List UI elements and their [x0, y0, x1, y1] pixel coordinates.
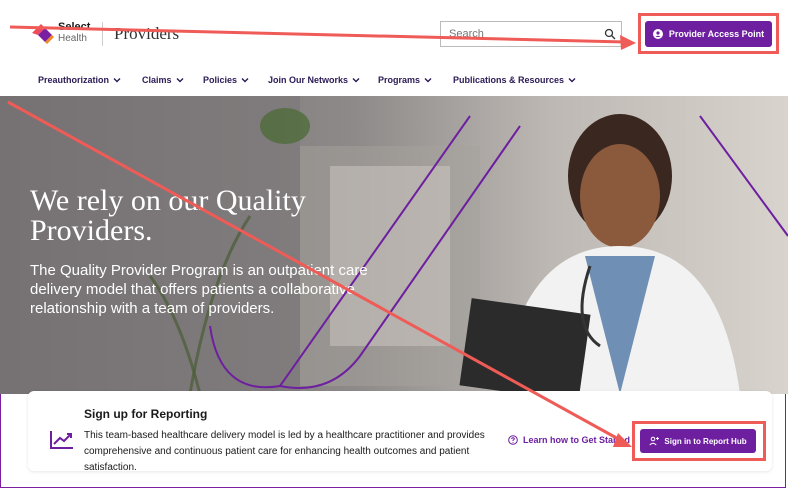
nav-item-label: Join Our Networks: [268, 75, 349, 85]
nav-item-label: Claims: [142, 75, 172, 85]
annotation-highlight-report-hub: [632, 421, 766, 461]
chevron-down-icon: [176, 78, 184, 83]
nav-item-preauthorization[interactable]: Preauthorization: [38, 75, 121, 85]
reporting-title: Sign up for Reporting: [84, 407, 208, 421]
nav-item-publications-resources[interactable]: Publications & Resources: [453, 75, 576, 85]
header-divider: [102, 22, 103, 46]
search-icon[interactable]: [604, 28, 616, 40]
search-input[interactable]: [440, 21, 622, 47]
logo-name: Select: [58, 21, 91, 33]
select-health-logo[interactable]: [30, 22, 56, 44]
hero-title: We rely on our Quality Providers.: [30, 184, 306, 247]
nav-item-label: Programs: [378, 75, 421, 85]
logo-sub: Health: [58, 33, 87, 44]
nav-item-claims[interactable]: Claims: [142, 75, 184, 85]
logo-text: Select Health: [58, 21, 91, 45]
chevron-down-icon: [568, 78, 576, 83]
hero-banner: We rely on our Quality Providers. The Qu…: [0, 96, 788, 394]
main-nav: Preauthorization Claims Policies Join Ou…: [0, 66, 788, 96]
hero-description: The Quality Provider Program is an outpa…: [30, 262, 368, 317]
nav-item-join-our-networks[interactable]: Join Our Networks: [268, 75, 360, 85]
nav-item-label: Policies: [203, 75, 238, 85]
learn-link-label: Learn how to Get Started: [523, 435, 631, 445]
annotation-highlight-provider-access: [638, 13, 779, 54]
nav-item-programs[interactable]: Programs: [378, 75, 432, 85]
chevron-down-icon: [352, 78, 360, 83]
chevron-down-icon: [424, 78, 432, 83]
nav-item-label: Preauthorization: [38, 75, 110, 85]
chevron-down-icon: [113, 78, 121, 83]
help-circle-icon: [508, 435, 518, 445]
site-title: Providers: [114, 24, 180, 43]
learn-get-started-link[interactable]: Learn how to Get Started: [508, 435, 630, 445]
chevron-down-icon: [241, 78, 249, 83]
chart-icon: [50, 431, 73, 449]
nav-item-label: Publications & Resources: [453, 75, 565, 85]
nav-item-policies[interactable]: Policies: [203, 75, 249, 85]
reporting-description: This team-based healthcare delivery mode…: [84, 430, 485, 473]
